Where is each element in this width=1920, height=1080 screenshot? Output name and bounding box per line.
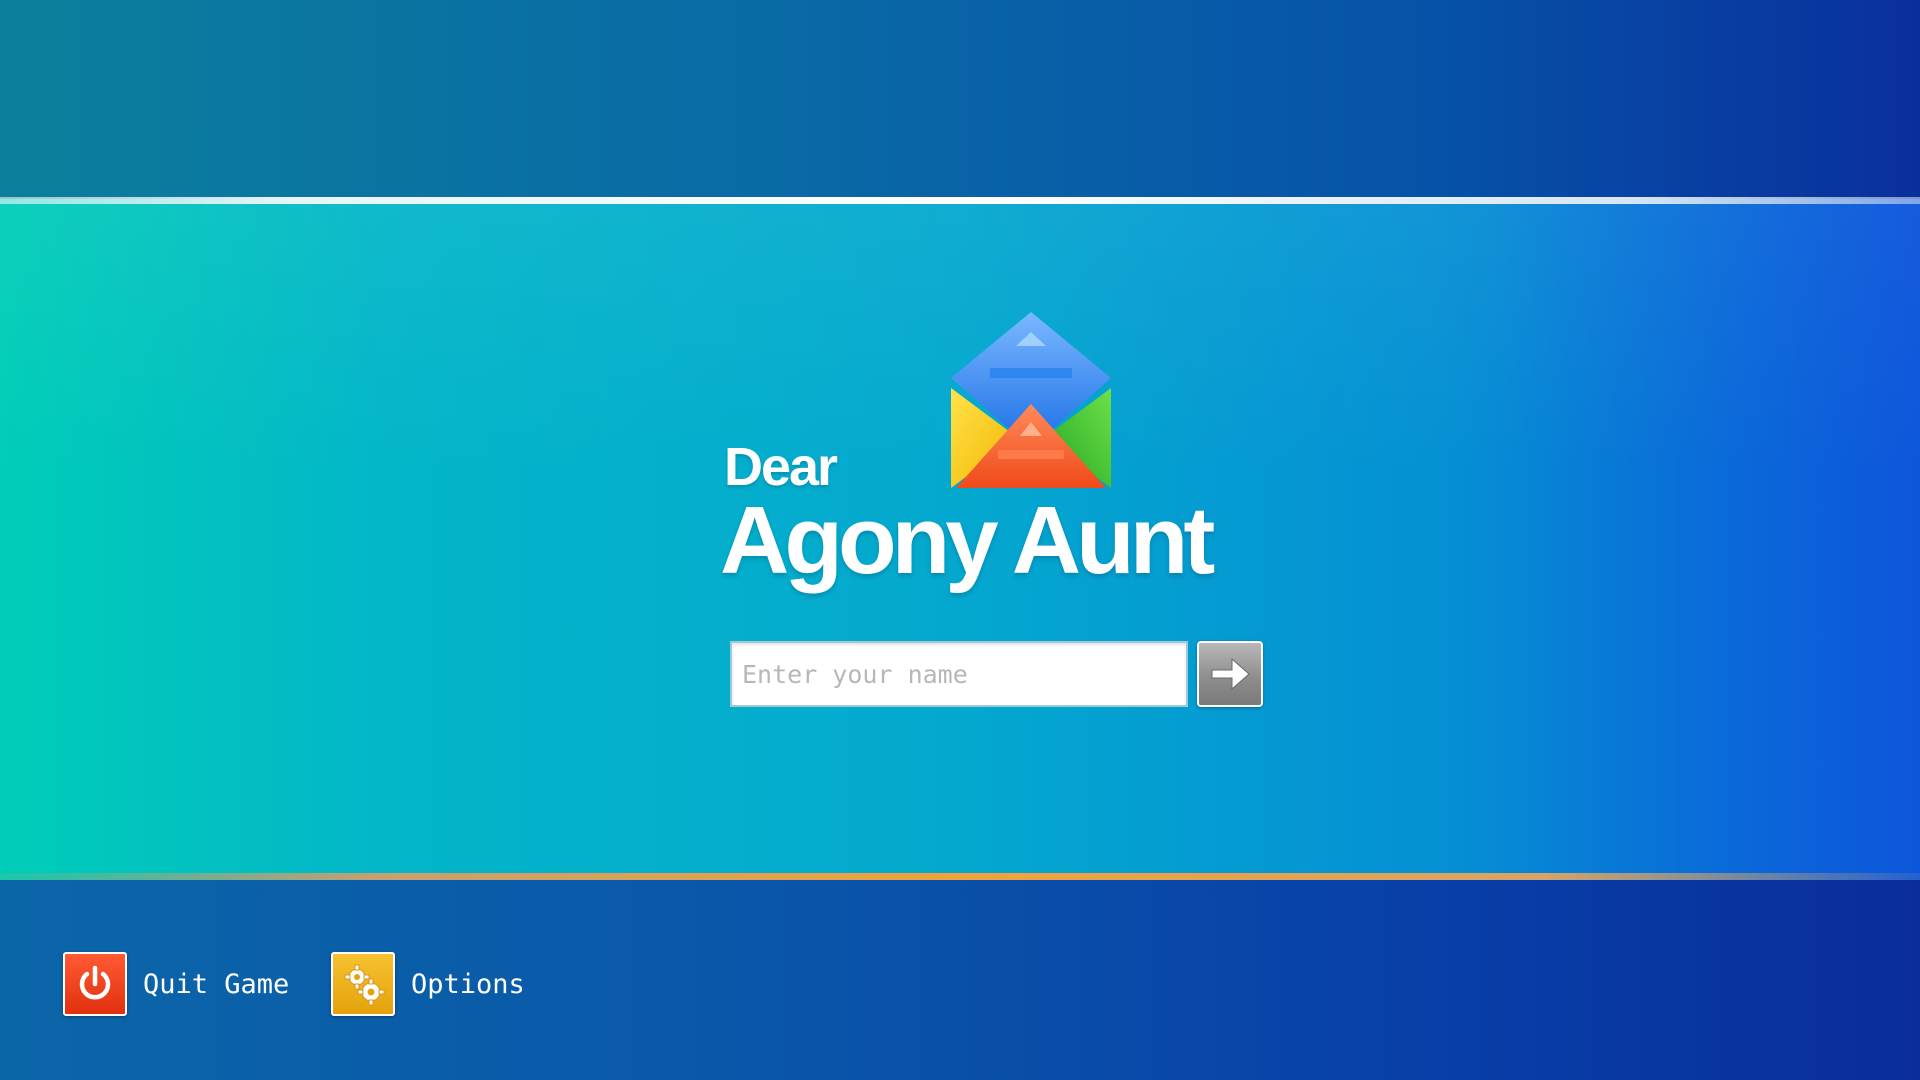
title-screen: Dear Agony Aunt Quit Game xyxy=(0,0,1920,1080)
quit-game-button[interactable]: Quit Game xyxy=(63,950,289,1018)
options-label: Options xyxy=(411,968,525,1000)
options-button[interactable]: Options xyxy=(331,950,525,1018)
name-input[interactable] xyxy=(730,641,1188,707)
bottom-divider-line xyxy=(0,873,1920,880)
top-divider-line xyxy=(0,197,1920,204)
power-icon xyxy=(79,965,111,1000)
envelope-logo-icon xyxy=(951,312,1111,488)
submit-name-button[interactable] xyxy=(1197,641,1263,707)
options-icon-box[interactable] xyxy=(331,952,395,1016)
quit-game-label: Quit Game xyxy=(143,968,290,1000)
logo-dear-text: Dear xyxy=(724,437,838,497)
logo-title-text: Agony Aunt xyxy=(720,487,1215,594)
game-logo: Dear Agony Aunt xyxy=(720,310,1215,610)
top-band xyxy=(0,0,1920,199)
arrow-right-icon xyxy=(1211,657,1250,691)
gears-icon xyxy=(344,964,385,1006)
quit-icon-box[interactable] xyxy=(63,952,127,1016)
